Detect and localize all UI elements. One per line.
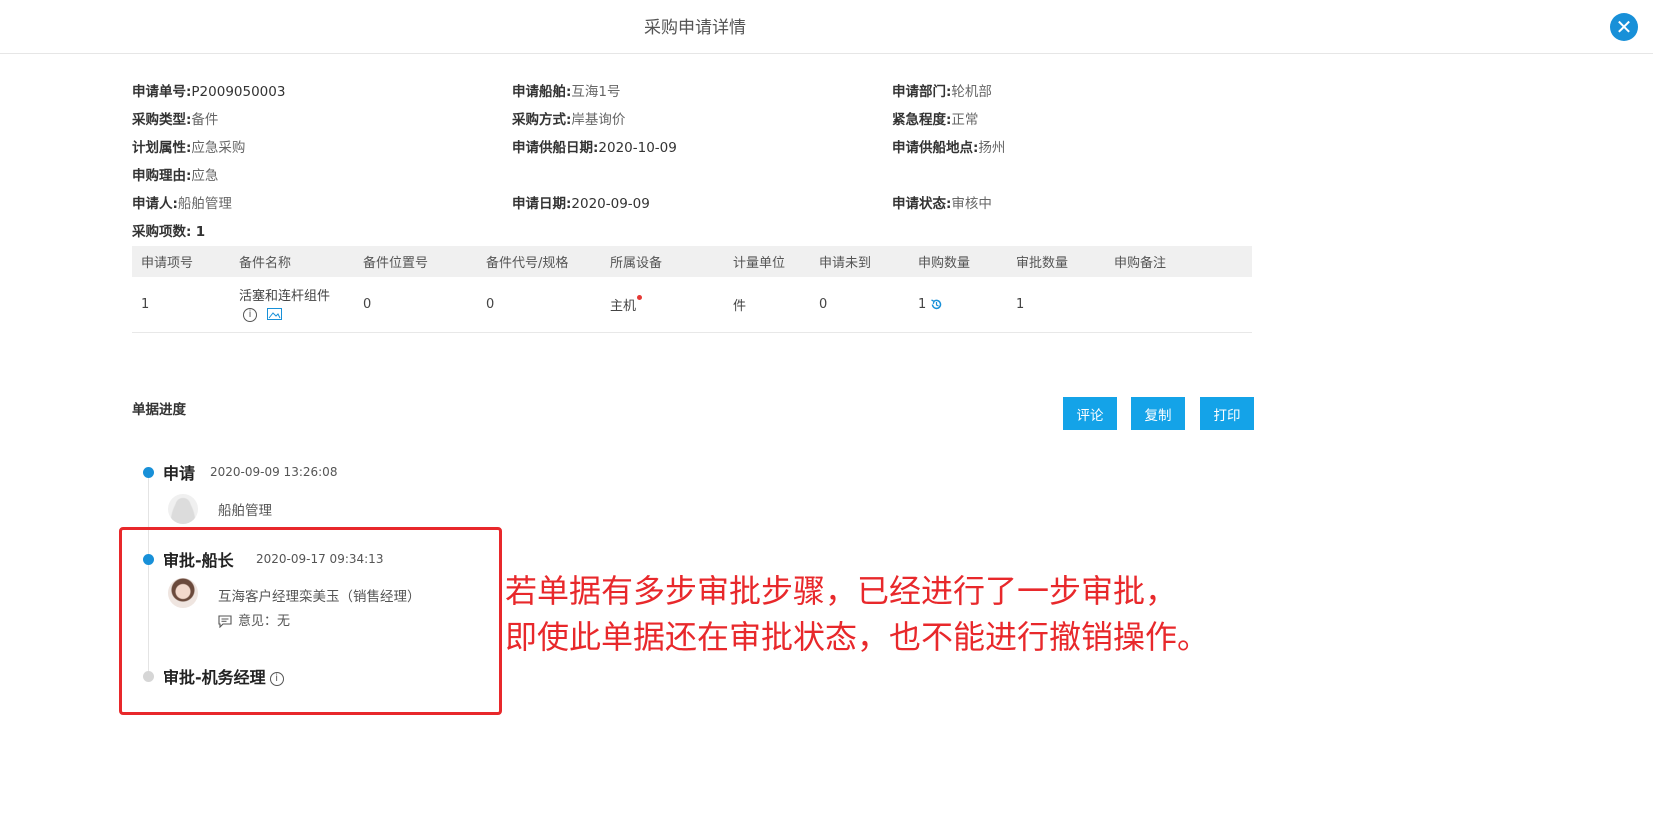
info-ship: 申请船舶:互海1号 — [512, 84, 621, 100]
col-header: 计量单位 — [733, 256, 786, 271]
info-icon[interactable]: i — [243, 307, 257, 322]
col-header: 申购数量 — [918, 256, 971, 271]
dialog-title: 采购申请详情 — [644, 18, 746, 38]
avatar — [168, 494, 198, 524]
copy-button[interactable]: 复制 — [1131, 397, 1185, 430]
step-person: 船舶管理 — [218, 503, 272, 519]
annotation-line-1: 若单据有多步审批步骤，已经进行了一步审批， — [505, 572, 1178, 610]
cell-unit: 件 — [733, 299, 747, 314]
step-dot — [143, 467, 154, 478]
cell-position: 0 — [363, 297, 372, 312]
col-header: 所属设备 — [610, 256, 663, 271]
print-button[interactable]: 打印 — [1200, 397, 1254, 430]
info-supply-date: 申请供船日期:2020-10-09 — [512, 140, 677, 156]
col-header: 备件位置号 — [363, 256, 429, 271]
step-time: 2020-09-09 13:26:08 — [210, 465, 338, 479]
col-header: 备件名称 — [239, 256, 292, 271]
dialog-header: 采购申请详情 ✕ — [0, 0, 1653, 54]
cell-pending: 0 — [819, 297, 828, 312]
info-plan-attr: 计划属性:应急采购 — [132, 140, 246, 156]
col-header: 审批数量 — [1016, 256, 1069, 271]
info-applicant: 申请人:船舶管理 — [132, 196, 232, 212]
info-reason: 申购理由:应急 — [132, 168, 219, 184]
part-name-text: 活塞和连杆组件 — [239, 288, 331, 304]
info-item-count: 采购项数: 1 — [132, 224, 206, 240]
comment-button[interactable]: 评论 — [1063, 397, 1117, 430]
col-header: 申请未到 — [819, 256, 872, 271]
required-dot — [637, 295, 643, 300]
progress-title: 单据进度 — [132, 402, 186, 418]
cell-approved: 1 — [1016, 297, 1025, 312]
info-purchase-method: 采购方式:岸基询价 — [512, 112, 626, 128]
info-urgency: 紧急程度:正常 — [892, 112, 979, 128]
request-info: 申请单号:P2009050003 申请船舶:互海1号 申请部门:轮机部 采购类型… — [132, 82, 1252, 250]
info-supply-place: 申请供船地点:扬州 — [892, 140, 1006, 156]
image-icon[interactable] — [267, 307, 282, 320]
highlight-box — [119, 527, 502, 715]
cell-part-name: 活塞和连杆组件 i — [230, 288, 354, 322]
info-apply-no: 申请单号:P2009050003 — [132, 84, 286, 100]
annotation-line-2: 即使此单据还在审批状态，也不能进行撤销操作。 — [505, 618, 1210, 656]
cell-code: 0 — [486, 297, 495, 312]
info-purchase-type: 采购类型:备件 — [132, 112, 219, 128]
table-header: 申请项号 备件名称 备件位置号 备件代号/规格 所属设备 计量单位 申请未到 申… — [132, 246, 1252, 277]
close-icon[interactable]: ✕ — [1610, 13, 1638, 41]
col-header: 申购备注 — [1114, 256, 1167, 271]
col-header: 申请项号 — [141, 256, 194, 271]
table-row: 1 活塞和连杆组件 i 0 0 主机 件 0 1 1 — [132, 277, 1252, 333]
info-dept: 申请部门:轮机部 — [892, 84, 992, 100]
info-apply-date: 申请日期:2020-09-09 — [512, 196, 650, 212]
info-status: 申请状态:审核中 — [892, 196, 992, 212]
annotation-text: 若单据有多步审批步骤，已经进行了一步审批， 即使此单据还在审批状态，也不能进行撤… — [505, 568, 1209, 660]
cell-equipment: 主机 — [601, 295, 724, 314]
parts-table: 申请项号 备件名称 备件位置号 备件代号/规格 所属设备 计量单位 申请未到 申… — [132, 246, 1252, 333]
cell-qty: 1 — [909, 297, 1007, 312]
step-name: 申请 — [163, 464, 196, 483]
history-icon[interactable] — [930, 298, 943, 311]
col-header: 备件代号/规格 — [486, 256, 569, 271]
cell-no: 1 — [141, 297, 150, 312]
